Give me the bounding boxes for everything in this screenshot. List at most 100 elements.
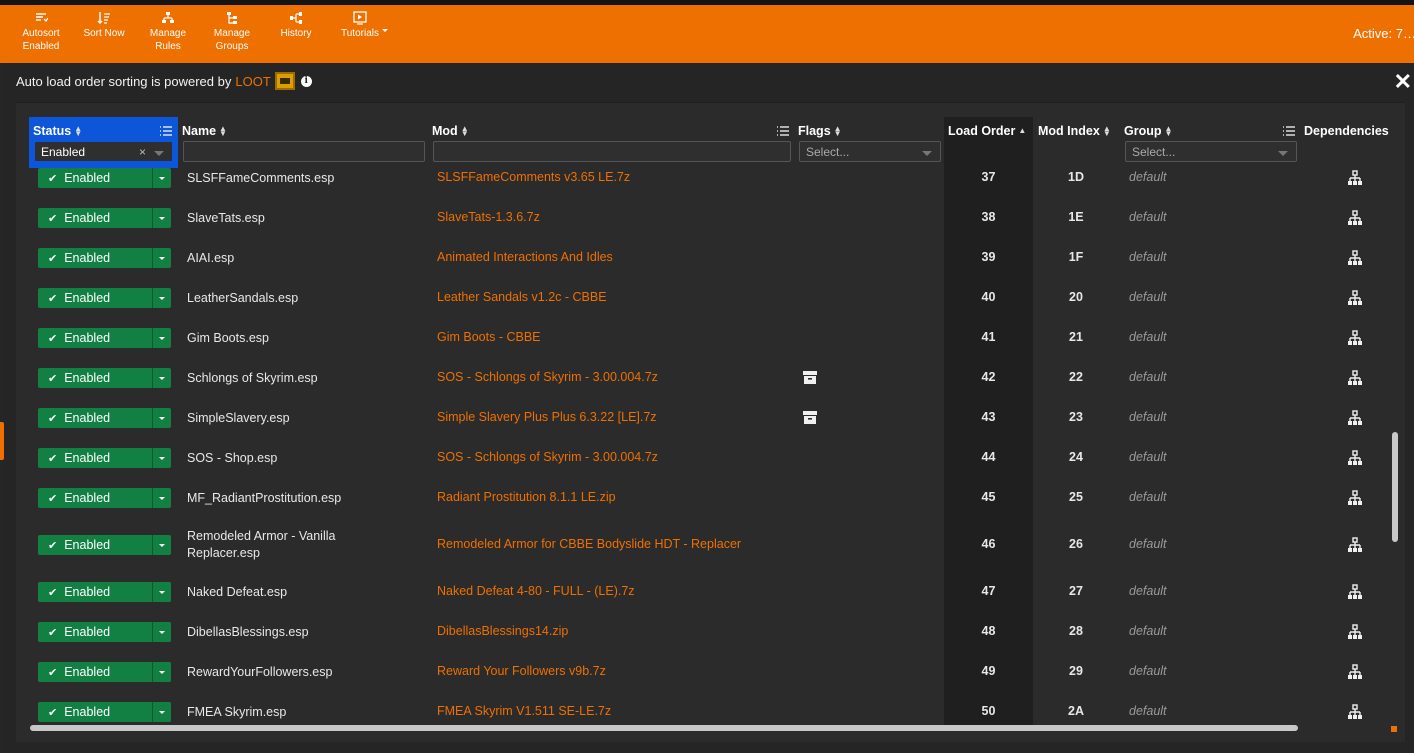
status-main[interactable]: ✔ Enabled [38, 535, 152, 555]
status-main[interactable]: ✔ Enabled [38, 488, 152, 508]
sort-now-button[interactable]: Sort Now [82, 5, 126, 63]
group-value[interactable]: default [1129, 410, 1167, 424]
mod-column-menu-icon[interactable] [776, 125, 790, 137]
dependencies-icon[interactable] [1347, 490, 1363, 506]
group-value[interactable]: default [1129, 450, 1167, 464]
status-main[interactable]: ✔ Enabled [38, 622, 152, 642]
status-main[interactable]: ✔ Enabled [38, 248, 152, 268]
manage-groups-button[interactable]: Manage Groups [210, 5, 254, 63]
mod-link[interactable]: SOS - Schlongs of Skyrim - 3.00.004.7z [437, 450, 658, 464]
table-row[interactable]: ✔ Enabled Naked Defeat.esp Naked Defeat 4-8… [16, 572, 1405, 612]
horizontal-scrollbar[interactable] [30, 725, 1298, 731]
status-column-header[interactable]: Status ▲ ▼ [33, 124, 82, 138]
status-toggle-button[interactable]: ✔ Enabled [38, 488, 171, 508]
history-button[interactable]: History [274, 5, 318, 63]
status-main[interactable]: ✔ Enabled [38, 448, 152, 468]
table-row[interactable]: ✔ Enabled MF_RadiantProstitution.esp Radian… [16, 478, 1405, 518]
status-toggle-button[interactable]: ✔ Enabled [38, 408, 171, 428]
dependencies-icon[interactable] [1347, 704, 1363, 720]
info-icon[interactable]: i [300, 75, 312, 87]
status-toggle-button[interactable]: ✔ Enabled [38, 535, 171, 555]
mod-link[interactable]: Naked Defeat 4-80 - FULL - (LE).7z [437, 584, 635, 598]
dependencies-icon[interactable] [1347, 450, 1363, 466]
status-toggle-button[interactable]: ✔ Enabled [38, 448, 171, 468]
status-dropdown-button[interactable] [153, 590, 171, 594]
table-row[interactable]: ✔ Enabled SLSFFameComments.esp SLSFFameComm… [16, 158, 1405, 198]
dependencies-icon[interactable] [1347, 250, 1363, 266]
status-dropdown-button[interactable] [153, 176, 171, 180]
status-toggle-button[interactable]: ✔ Enabled [38, 248, 171, 268]
status-main[interactable]: ✔ Enabled [38, 208, 152, 228]
status-main[interactable]: ✔ Enabled [38, 288, 152, 308]
status-toggle-button[interactable]: ✔ Enabled [38, 288, 171, 308]
manage-rules-button[interactable]: Manage Rules [146, 5, 190, 63]
dependencies-icon[interactable] [1347, 584, 1363, 600]
table-row[interactable]: ✔ Enabled Schlongs of Skyrim.esp SOS - Schl… [16, 358, 1405, 398]
tutorials-button[interactable]: Tutorials [338, 5, 388, 63]
status-main[interactable]: ✔ Enabled [38, 368, 152, 388]
status-dropdown-button[interactable] [153, 336, 171, 340]
mod-column-header[interactable]: Mod ▲ ▼ [432, 124, 469, 138]
table-row[interactable]: ✔ Enabled RewardYourFollowers.esp Reward Yo… [16, 652, 1405, 692]
autosort-button[interactable]: Autosort Enabled [18, 5, 64, 63]
table-row[interactable]: ✔ Enabled DibellasBlessings.esp DibellasBle… [16, 612, 1405, 652]
dependencies-icon[interactable] [1347, 410, 1363, 426]
group-value[interactable]: default [1129, 210, 1167, 224]
group-value[interactable]: default [1129, 584, 1167, 598]
status-main[interactable]: ✔ Enabled [38, 702, 152, 722]
close-notice-button[interactable]: ✕ [1394, 69, 1412, 95]
status-toggle-button[interactable]: ✔ Enabled [38, 328, 171, 348]
mod-link[interactable]: SOS - Schlongs of Skyrim - 3.00.004.7z [437, 370, 658, 384]
group-value[interactable]: default [1129, 490, 1167, 504]
status-toggle-button[interactable]: ✔ Enabled [38, 702, 171, 722]
status-main[interactable]: ✔ Enabled [38, 662, 152, 682]
dependencies-icon[interactable] [1347, 170, 1363, 186]
status-dropdown-button[interactable] [153, 416, 171, 420]
mod-link[interactable]: Remodeled Armor for CBBE Bodyslide HDT -… [437, 537, 741, 551]
dependencies-icon[interactable] [1347, 664, 1363, 680]
table-row[interactable]: ✔ Enabled SimpleSlavery.esp Simple Slavery … [16, 398, 1405, 438]
status-toggle-button[interactable]: ✔ Enabled [38, 582, 171, 602]
loot-link[interactable]: LOOT [235, 74, 270, 89]
mod-link[interactable]: Gim Boots - CBBE [437, 330, 541, 344]
dependencies-icon[interactable] [1347, 330, 1363, 346]
status-main[interactable]: ✔ Enabled [38, 168, 152, 188]
status-dropdown-button[interactable] [153, 630, 171, 634]
mod-link[interactable]: Leather Sandals v1.2c - CBBE [437, 290, 607, 304]
mod-index-column-header[interactable]: Mod Index ▲ ▼ [1038, 124, 1111, 138]
mod-link[interactable]: SLSFFameComments v3.65 LE.7z [437, 170, 630, 184]
mod-link[interactable]: Simple Slavery Plus Plus 6.3.22 [LE].7z [437, 410, 657, 424]
status-column-menu-icon[interactable] [159, 125, 173, 137]
status-toggle-button[interactable]: ✔ Enabled [38, 368, 171, 388]
mod-link[interactable]: Animated Interactions And Idles [437, 250, 613, 264]
status-toggle-button[interactable]: ✔ Enabled [38, 622, 171, 642]
group-value[interactable]: default [1129, 704, 1167, 718]
group-column-header[interactable]: Group ▲ ▼ [1124, 124, 1172, 138]
status-main[interactable]: ✔ Enabled [38, 408, 152, 428]
status-dropdown-button[interactable] [153, 710, 171, 714]
clear-filter-icon[interactable]: × [139, 145, 146, 159]
mod-link[interactable]: Reward Your Followers v9b.7z [437, 664, 606, 678]
status-dropdown-button[interactable] [153, 296, 171, 300]
status-dropdown-button[interactable] [153, 670, 171, 674]
dependencies-column-header[interactable]: Dependencies [1304, 124, 1389, 138]
table-row[interactable]: ✔ Enabled Remodeled Armor - Vanilla Replac… [16, 525, 1405, 565]
dependencies-icon[interactable] [1347, 290, 1363, 306]
group-value[interactable]: default [1129, 330, 1167, 344]
status-toggle-button[interactable]: ✔ Enabled [38, 168, 171, 188]
vertical-scrollbar[interactable] [1392, 432, 1398, 542]
status-toggle-button[interactable]: ✔ Enabled [38, 662, 171, 682]
flags-column-header[interactable]: Flags ▲ ▼ [798, 124, 842, 138]
group-value[interactable]: default [1129, 664, 1167, 678]
group-value[interactable]: default [1129, 624, 1167, 638]
table-row[interactable]: ✔ Enabled SlaveTats.esp SlaveTats-1.3.6.7z 3… [16, 198, 1405, 238]
status-main[interactable]: ✔ Enabled [38, 328, 152, 348]
status-dropdown-button[interactable] [153, 456, 171, 460]
mod-link[interactable]: FMEA Skyrim V1.511 SE-LE.7z [437, 704, 611, 718]
group-value[interactable]: default [1129, 170, 1167, 184]
table-row[interactable]: ✔ Enabled SOS - Shop.esp SOS - Schlongs of … [16, 438, 1405, 478]
name-column-header[interactable]: Name ▲ ▼ [182, 124, 227, 138]
mod-link[interactable]: SlaveTats-1.3.6.7z [437, 210, 540, 224]
group-value[interactable]: default [1129, 290, 1167, 304]
status-dropdown-button[interactable] [153, 376, 171, 380]
